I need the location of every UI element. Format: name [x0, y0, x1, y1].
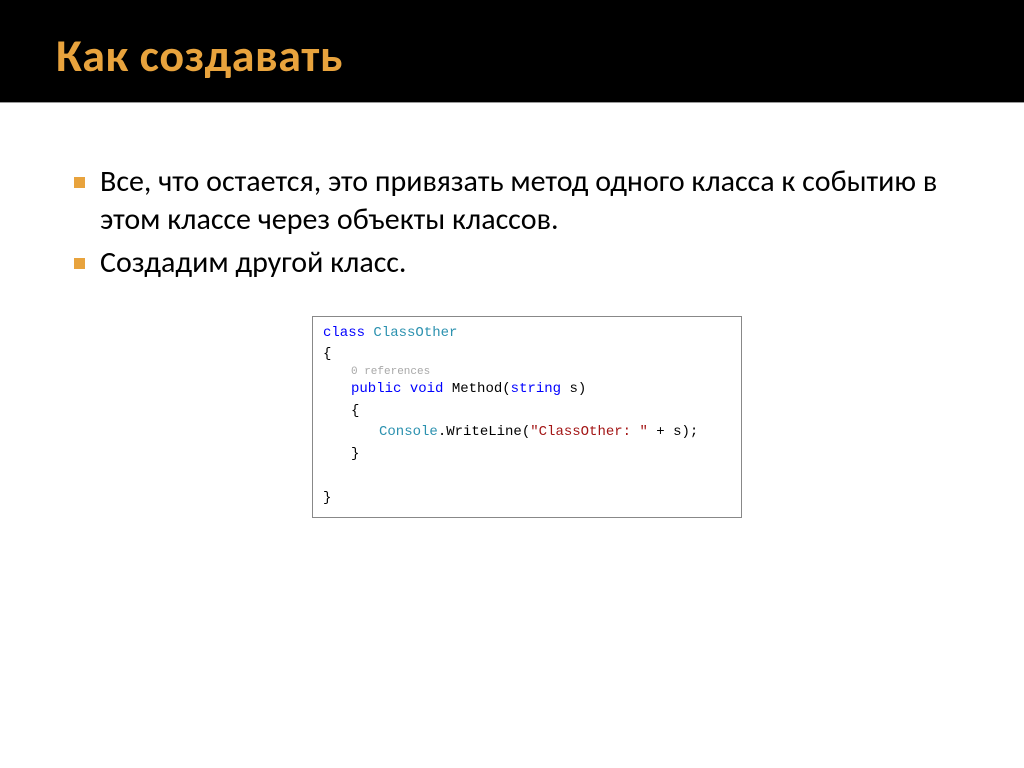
slide-header: Как создавать	[0, 0, 1024, 103]
bullet-item: Создадим другой класс.	[100, 244, 954, 282]
class-name: ClassOther	[373, 325, 457, 341]
concat-expr: + s);	[648, 424, 698, 440]
keyword-public: public	[351, 381, 401, 397]
string-literal: "ClassOther: "	[530, 424, 648, 440]
type-console: Console	[379, 424, 438, 440]
code-snippet: class ClassOther { 0 references public v…	[312, 316, 742, 519]
paren-open: (	[502, 381, 510, 397]
slide-body: Все, что остается, это привязать метод о…	[0, 103, 1024, 518]
brace: {	[323, 401, 731, 423]
brace: }	[323, 490, 331, 506]
keyword-void: void	[410, 381, 444, 397]
brace: }	[323, 444, 731, 466]
keyword-string: string	[511, 381, 561, 397]
slide-title: Как создавать	[56, 28, 984, 84]
param: s)	[561, 381, 586, 397]
bullet-item: Все, что остается, это привязать метод о…	[100, 163, 954, 238]
brace: {	[323, 346, 331, 362]
call-writeline: .WriteLine(	[438, 424, 530, 440]
keyword-class: class	[323, 325, 365, 341]
bullet-text: Создадим другой класс.	[100, 244, 407, 281]
codelens-references: 0 references	[323, 366, 731, 379]
slide: Как создавать Все, что остается, это при…	[0, 0, 1024, 768]
method-name: Method	[452, 381, 502, 397]
bullet-text: Все, что остается, это привязать метод о…	[100, 163, 937, 238]
